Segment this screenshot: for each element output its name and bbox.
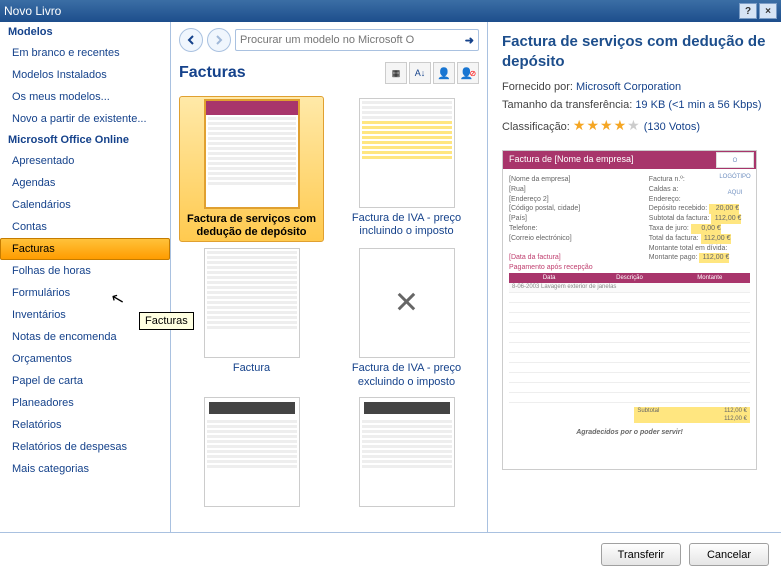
template-gallery: Factura de serviços com dedução de depós… (171, 88, 487, 532)
sidebar-item[interactable]: Os meus modelos... (0, 86, 170, 108)
sidebar-item[interactable]: Planeadores (0, 392, 170, 414)
gallery-item[interactable]: Factura de serviços com dedução de depós… (179, 96, 324, 242)
meta-rating: Classificação: ★★★★★ (130 Votos) (502, 117, 767, 134)
search-box[interactable]: ➜ (235, 29, 479, 51)
sidebar-item[interactable]: Facturas (0, 238, 170, 260)
sidebar-item[interactable]: Em branco e recentes (0, 42, 170, 64)
gallery-label: Factura (233, 362, 270, 375)
view-icons-button[interactable]: ▦ (385, 62, 407, 84)
sidebar-item[interactable]: Inventários (0, 304, 170, 326)
cancel-button[interactable]: Cancelar (689, 543, 769, 566)
sidebar-item[interactable]: Formulários (0, 282, 170, 304)
sidebar-item[interactable]: Orçamentos (0, 348, 170, 370)
titlebar: Novo Livro ? × (0, 0, 781, 22)
toolbar: ➜ (171, 22, 487, 58)
sidebar-item[interactable]: Mais categorias (0, 458, 170, 480)
section-title: Facturas (179, 64, 383, 82)
rating-stars: ★★★★★ (573, 117, 641, 133)
sidebar-item[interactable]: Contas (0, 216, 170, 238)
preview-pane: Factura de serviços com dedução de depós… (488, 22, 781, 532)
gallery-item[interactable] (179, 395, 324, 513)
preview-thumbnail: Factura de [Nome da empresa] O LOGÓTIPO … (502, 150, 757, 470)
sidebar-item[interactable]: Agendas (0, 172, 170, 194)
gallery-label: Factura de serviços com dedução de depós… (187, 213, 317, 239)
user-remove-button[interactable]: 👤⊘ (457, 62, 479, 84)
content-pane: ➜ Facturas ▦ A↓ 👤 👤⊘ Factura de serviços… (171, 22, 488, 532)
sidebar-item[interactable]: Relatórios (0, 414, 170, 436)
sort-button[interactable]: A↓ (409, 62, 431, 84)
gallery-item[interactable]: Factura (179, 246, 324, 390)
search-input[interactable] (240, 34, 465, 46)
sidebar-item[interactable]: Folhas de horas (0, 260, 170, 282)
sidebar: Modelos Em branco e recentesModelos Inst… (0, 22, 171, 532)
gallery-item[interactable]: ✕Factura de IVA - preço excluindo o impo… (334, 246, 479, 390)
gallery-label: Factura de IVA - preço excluindo o impos… (342, 362, 472, 388)
transfer-button[interactable]: Transferir (601, 543, 681, 566)
gallery-item[interactable] (334, 395, 479, 513)
sidebar-item[interactable]: Novo a partir de existente... (0, 108, 170, 130)
gallery-label: Factura de IVA - preço incluindo o impos… (342, 212, 472, 238)
meta-size: Tamanho da transferência: 19 KB (<1 min … (502, 99, 767, 111)
provider-link[interactable]: Microsoft Corporation (576, 81, 681, 93)
gallery-item[interactable]: Factura de IVA - preço incluindo o impos… (334, 96, 479, 242)
sidebar-item[interactable]: Modelos Instalados (0, 64, 170, 86)
close-button[interactable]: × (759, 3, 777, 19)
forward-button[interactable] (207, 28, 231, 52)
sidebar-item[interactable]: Relatórios de despesas (0, 436, 170, 458)
meta-provided: Fornecido por: Microsoft Corporation (502, 81, 767, 93)
search-go-button[interactable]: ➜ (465, 34, 474, 47)
section-bar: Facturas ▦ A↓ 👤 👤⊘ (171, 58, 487, 88)
sidebar-item[interactable]: Notas de encomenda (0, 326, 170, 348)
sidebar-item[interactable]: Apresentado (0, 150, 170, 172)
user-button[interactable]: 👤 (433, 62, 455, 84)
sidebar-item[interactable]: Papel de carta (0, 370, 170, 392)
sidebar-item[interactable]: Calendários (0, 194, 170, 216)
help-button[interactable]: ? (739, 3, 757, 19)
sidebar-header-modelos: Modelos (0, 22, 170, 42)
preview-title: Factura de serviços com dedução de depós… (502, 32, 767, 71)
titlebar-text: Novo Livro (4, 4, 737, 18)
sidebar-header-online: Microsoft Office Online (0, 130, 170, 150)
back-button[interactable] (179, 28, 203, 52)
bottom-bar: Transferir Cancelar (0, 532, 781, 576)
